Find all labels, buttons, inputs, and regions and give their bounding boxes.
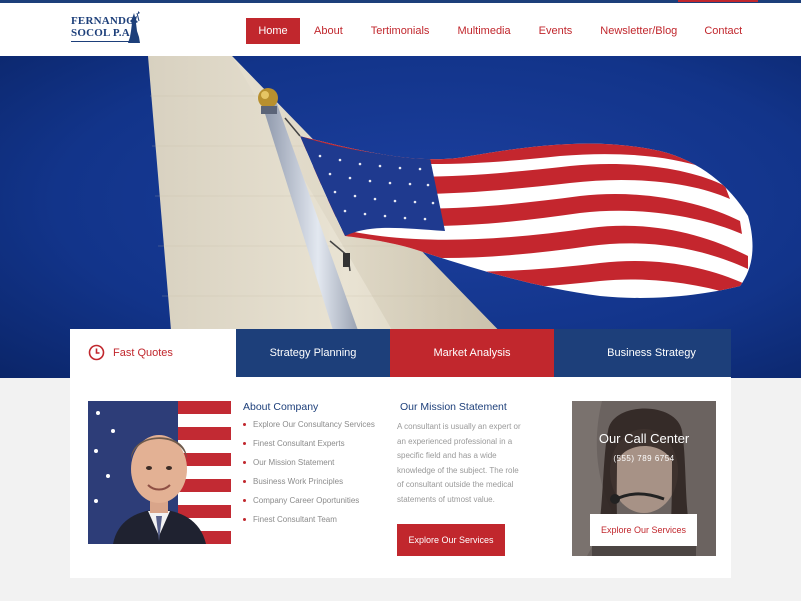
site-logo[interactable]: FERNANDO SOCOL P.A.	[71, 11, 146, 55]
nav-newsletter-blog[interactable]: Newsletter/Blog	[589, 18, 688, 44]
nav-multimedia[interactable]: Multimedia	[446, 18, 521, 44]
explore-services-button[interactable]: Explore Our Services	[397, 524, 505, 556]
top-accent-red	[678, 0, 758, 2]
service-tabs: Fast Quotes Strategy Planning Market Ana…	[70, 329, 731, 377]
about-link-consultant-team[interactable]: Finest Consultant Team	[243, 513, 383, 532]
tab-market-analysis[interactable]: Market Analysis	[390, 329, 554, 377]
tab-market-analysis-label: Market Analysis	[433, 347, 511, 359]
consultant-portrait	[88, 401, 231, 544]
site-header: FERNANDO SOCOL P.A. Home About Tertimoni…	[0, 3, 801, 56]
about-link-work-principles[interactable]: Business Work Principles	[243, 475, 383, 494]
tab-strategy-planning[interactable]: Strategy Planning	[236, 329, 390, 377]
tab-strategy-planning-label: Strategy Planning	[269, 347, 357, 359]
liberty-statue-icon	[128, 11, 140, 43]
tab-fast-quotes[interactable]: Fast Quotes	[70, 329, 236, 377]
about-link-career-opportunities[interactable]: Company Career Oportunities	[243, 494, 383, 513]
about-company-title: About Company	[243, 401, 319, 413]
mission-title: Our Mission Statement	[400, 401, 507, 413]
call-center-explore-button[interactable]: Explore Our Services	[590, 514, 697, 546]
tab-fast-quotes-label: Fast Quotes	[113, 347, 173, 359]
about-link-consultant-experts[interactable]: Finest Consultant Experts	[243, 437, 383, 456]
call-center-card: Our Call Center (555) 789 6754 Explore O…	[572, 401, 716, 556]
nav-about[interactable]: About	[303, 18, 354, 44]
main-nav: Home About Tertimonials Multimedia Event…	[246, 18, 753, 44]
nav-testimonials[interactable]: Tertimonials	[360, 18, 441, 44]
nav-events[interactable]: Events	[528, 18, 584, 44]
mission-text: A consultant is usually an expert or an …	[397, 422, 521, 504]
about-link-mission-statement[interactable]: Our Mission Statement	[243, 456, 383, 475]
nav-contact[interactable]: Contact	[693, 18, 753, 44]
mission-section: Our Mission Statement A consultant is us…	[397, 401, 527, 556]
about-link-consultancy-services[interactable]: Explore Our Consultancy Services	[243, 418, 383, 437]
tab-business-strategy-label: Business Strategy	[607, 347, 696, 359]
clock-icon	[88, 344, 105, 361]
content-panel: About Company Explore Our Consultancy Se…	[70, 377, 731, 578]
about-company-list: Explore Our Consultancy Services Finest …	[243, 418, 383, 532]
nav-home[interactable]: Home	[246, 18, 300, 44]
tab-business-strategy[interactable]: Business Strategy	[554, 329, 731, 377]
about-company-section: About Company Explore Our Consultancy Se…	[243, 401, 383, 532]
call-center-title: Our Call Center	[598, 431, 690, 446]
call-center-phone: (555) 789 6754	[613, 454, 675, 463]
